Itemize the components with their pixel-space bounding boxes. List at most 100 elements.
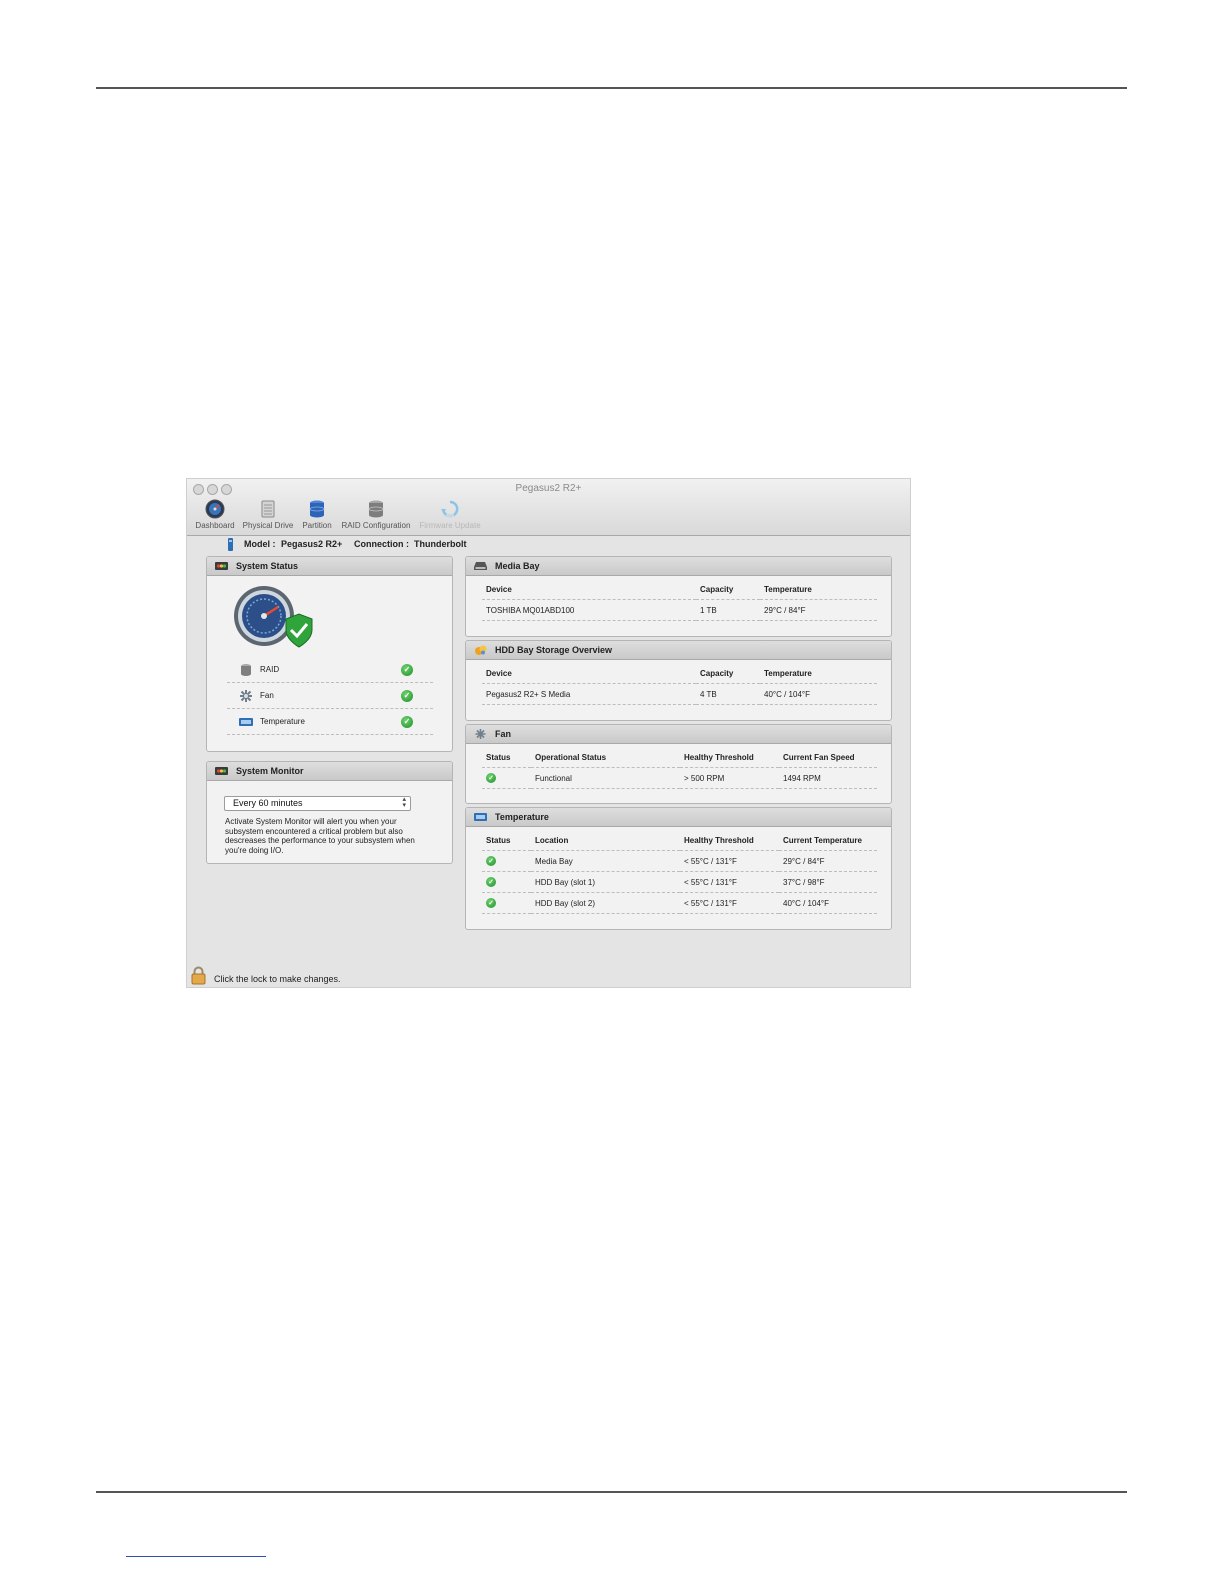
media-bay-col-device: Device xyxy=(482,579,696,600)
media-bay-device: TOSHIBA MQ01ABD100 xyxy=(482,599,696,621)
temperature-healthy-threshold: < 55°C / 131°F xyxy=(680,871,779,893)
fan-operational-status: Functional xyxy=(531,767,680,789)
temperature-healthy-threshold: < 55°C / 131°F xyxy=(680,892,779,914)
media-bay-panel: Media Bay Device Capacity Temperature TO… xyxy=(465,556,892,637)
device-icon xyxy=(228,538,233,551)
toolbar-dashboard-label: Dashboard xyxy=(195,521,235,530)
connection-label: Connection : xyxy=(354,539,409,549)
temperature-ok-check-icon: ✓ xyxy=(401,716,413,728)
fan-panel: Fan Status Operational Status Healthy Th… xyxy=(465,724,892,804)
toolbar-firmware-update[interactable]: Firmware Update xyxy=(417,499,483,530)
select-arrows-icon: ▴ ▾ xyxy=(402,796,406,809)
toolbar-dashboard[interactable]: Dashboard xyxy=(193,499,237,530)
footer-link-underline[interactable] xyxy=(126,1556,266,1557)
hdd-bay-temperature: 40°C / 104°F xyxy=(760,683,877,705)
fan-status-cell: ✓ xyxy=(482,767,531,789)
bottom-page-rule xyxy=(96,1491,1127,1493)
system-status-icon xyxy=(215,562,228,570)
model-label: Model : xyxy=(244,539,276,549)
app-window: Pegasus2 R2+ Dashboard Physical Drive Pa… xyxy=(187,479,910,987)
raid-configuration-icon xyxy=(368,500,384,518)
fan-status-ok-icon: ✓ xyxy=(486,773,496,783)
media-bay-table: Device Capacity Temperature TOSHIBA MQ01… xyxy=(482,579,877,621)
table-row[interactable]: ✓ HDD Bay (slot 1) < 55°C / 131°F 37°C /… xyxy=(482,871,877,893)
model-connection-bar: Model : Pegasus2 R2+ Connection : Thunde… xyxy=(187,536,910,553)
status-row-fan: Fan ✓ xyxy=(227,683,433,709)
fan-col-status: Status xyxy=(482,747,531,768)
temperature-current: 40°C / 104°F xyxy=(779,892,877,914)
temperature-current: 29°C / 84°F xyxy=(779,850,877,872)
temperature-header: Temperature xyxy=(466,808,891,827)
media-bay-header: Media Bay xyxy=(466,557,891,576)
fan-icon xyxy=(475,729,486,739)
hdd-bay-header: HDD Bay Storage Overview xyxy=(466,641,891,660)
system-monitor-icon xyxy=(215,767,228,775)
temperature-location: HDD Bay (slot 2) xyxy=(531,892,680,914)
lock-icon[interactable] xyxy=(191,966,206,985)
lock-bar: Click the lock to make changes. xyxy=(187,966,910,987)
lock-bar-text: Click the lock to make changes. xyxy=(214,974,341,984)
temperature-status-cell: ✓ xyxy=(482,850,531,872)
model-value: Pegasus2 R2+ xyxy=(281,539,343,549)
monitor-interval-value: Every 60 minutes xyxy=(233,798,303,808)
table-row[interactable]: ✓ HDD Bay (slot 2) < 55°C / 131°F 40°C /… xyxy=(482,892,877,914)
status-label-fan: Fan xyxy=(260,691,274,700)
fan-col-healthy-threshold: Healthy Threshold xyxy=(680,747,779,768)
slot1-temp-ok-icon: ✓ xyxy=(486,877,496,887)
fan-title: Fan xyxy=(495,729,512,739)
hdd-bay-title: HDD Bay Storage Overview xyxy=(495,645,613,655)
fan-col-operational-status: Operational Status xyxy=(531,747,680,768)
toolbar-raid-configuration-label: RAID Configuration xyxy=(341,521,411,530)
monitor-interval-select[interactable]: Every 60 minutes ▴ ▾ xyxy=(224,796,411,811)
table-row[interactable]: Pegasus2 R2+ S Media 4 TB 40°C / 104°F xyxy=(482,683,877,705)
storage-overview-icon xyxy=(475,645,487,655)
media-bay-drive-icon xyxy=(474,562,487,570)
table-row[interactable]: ✓ Media Bay < 55°C / 131°F 29°C / 84°F xyxy=(482,850,877,872)
dashboard-gauge-icon xyxy=(205,499,225,519)
status-row-temperature: Temperature ✓ xyxy=(227,709,433,735)
hdd-bay-capacity: 4 TB xyxy=(696,683,760,705)
toolbar-raid-configuration[interactable]: RAID Configuration xyxy=(339,499,413,530)
table-row[interactable]: ✓ Functional > 500 RPM 1494 RPM xyxy=(482,767,877,789)
window-title: Pegasus2 R2+ xyxy=(515,483,582,494)
fan-current-speed: 1494 RPM xyxy=(779,767,877,789)
partition-icon xyxy=(309,500,325,518)
fan-healthy-threshold: > 500 RPM xyxy=(680,767,779,789)
firmware-update-icon xyxy=(441,500,459,518)
temperature-table: Status Location Healthy Threshold Curren… xyxy=(482,830,877,914)
toolbar-partition[interactable]: Partition xyxy=(299,499,335,530)
media-bay-col-capacity: Capacity xyxy=(696,579,760,600)
temperature-col-location: Location xyxy=(531,830,680,851)
status-row-raid: RAID ✓ xyxy=(227,657,433,683)
hdd-bay-col-capacity: Capacity xyxy=(696,663,760,684)
fan-ok-check-icon: ✓ xyxy=(401,690,413,702)
raid-disk-icon xyxy=(241,664,251,676)
status-label-raid: RAID xyxy=(260,665,280,674)
temperature-panel: Temperature Status Location Healthy Thre… xyxy=(465,807,892,930)
monitor-description: Activate System Monitor will alert you w… xyxy=(225,817,415,855)
toolbar-partition-label: Partition xyxy=(302,521,332,530)
health-gauge-shield-icon xyxy=(234,586,313,648)
hdd-bay-device: Pegasus2 R2+ S Media xyxy=(482,683,696,705)
temperature-status-cell: ✓ xyxy=(482,892,531,914)
system-monitor-panel: System Monitor Every 60 minutes ▴ ▾ Activ… xyxy=(206,761,453,864)
table-row[interactable]: TOSHIBA MQ01ABD100 1 TB 29°C / 84°F xyxy=(482,599,877,621)
hdd-bay-panel: HDD Bay Storage Overview Device Capacity… xyxy=(465,640,892,721)
fan-header: Fan xyxy=(466,725,891,744)
toolbar-physical-drive[interactable]: Physical Drive xyxy=(241,499,295,530)
hdd-bay-col-temperature: Temperature xyxy=(760,663,877,684)
system-monitor-title: System Monitor xyxy=(236,766,304,776)
fan-table: Status Operational Status Healthy Thresh… xyxy=(482,747,877,789)
system-status-header: System Status xyxy=(207,557,452,576)
thermometer-icon xyxy=(239,718,253,726)
raid-ok-check-icon: ✓ xyxy=(401,664,413,676)
physical-drive-icon xyxy=(261,500,275,518)
media-bay-title: Media Bay xyxy=(495,561,540,571)
hdd-bay-table: Device Capacity Temperature Pegasus2 R2+… xyxy=(482,663,877,705)
media-bay-col-temperature: Temperature xyxy=(760,579,877,600)
media-bay-capacity: 1 TB xyxy=(696,599,760,621)
connection-value: Thunderbolt xyxy=(414,539,467,549)
title-bar: Pegasus2 R2+ Dashboard Physical Drive Pa… xyxy=(187,479,910,536)
thermometer-icon xyxy=(474,813,487,821)
temperature-current: 37°C / 98°F xyxy=(779,871,877,893)
